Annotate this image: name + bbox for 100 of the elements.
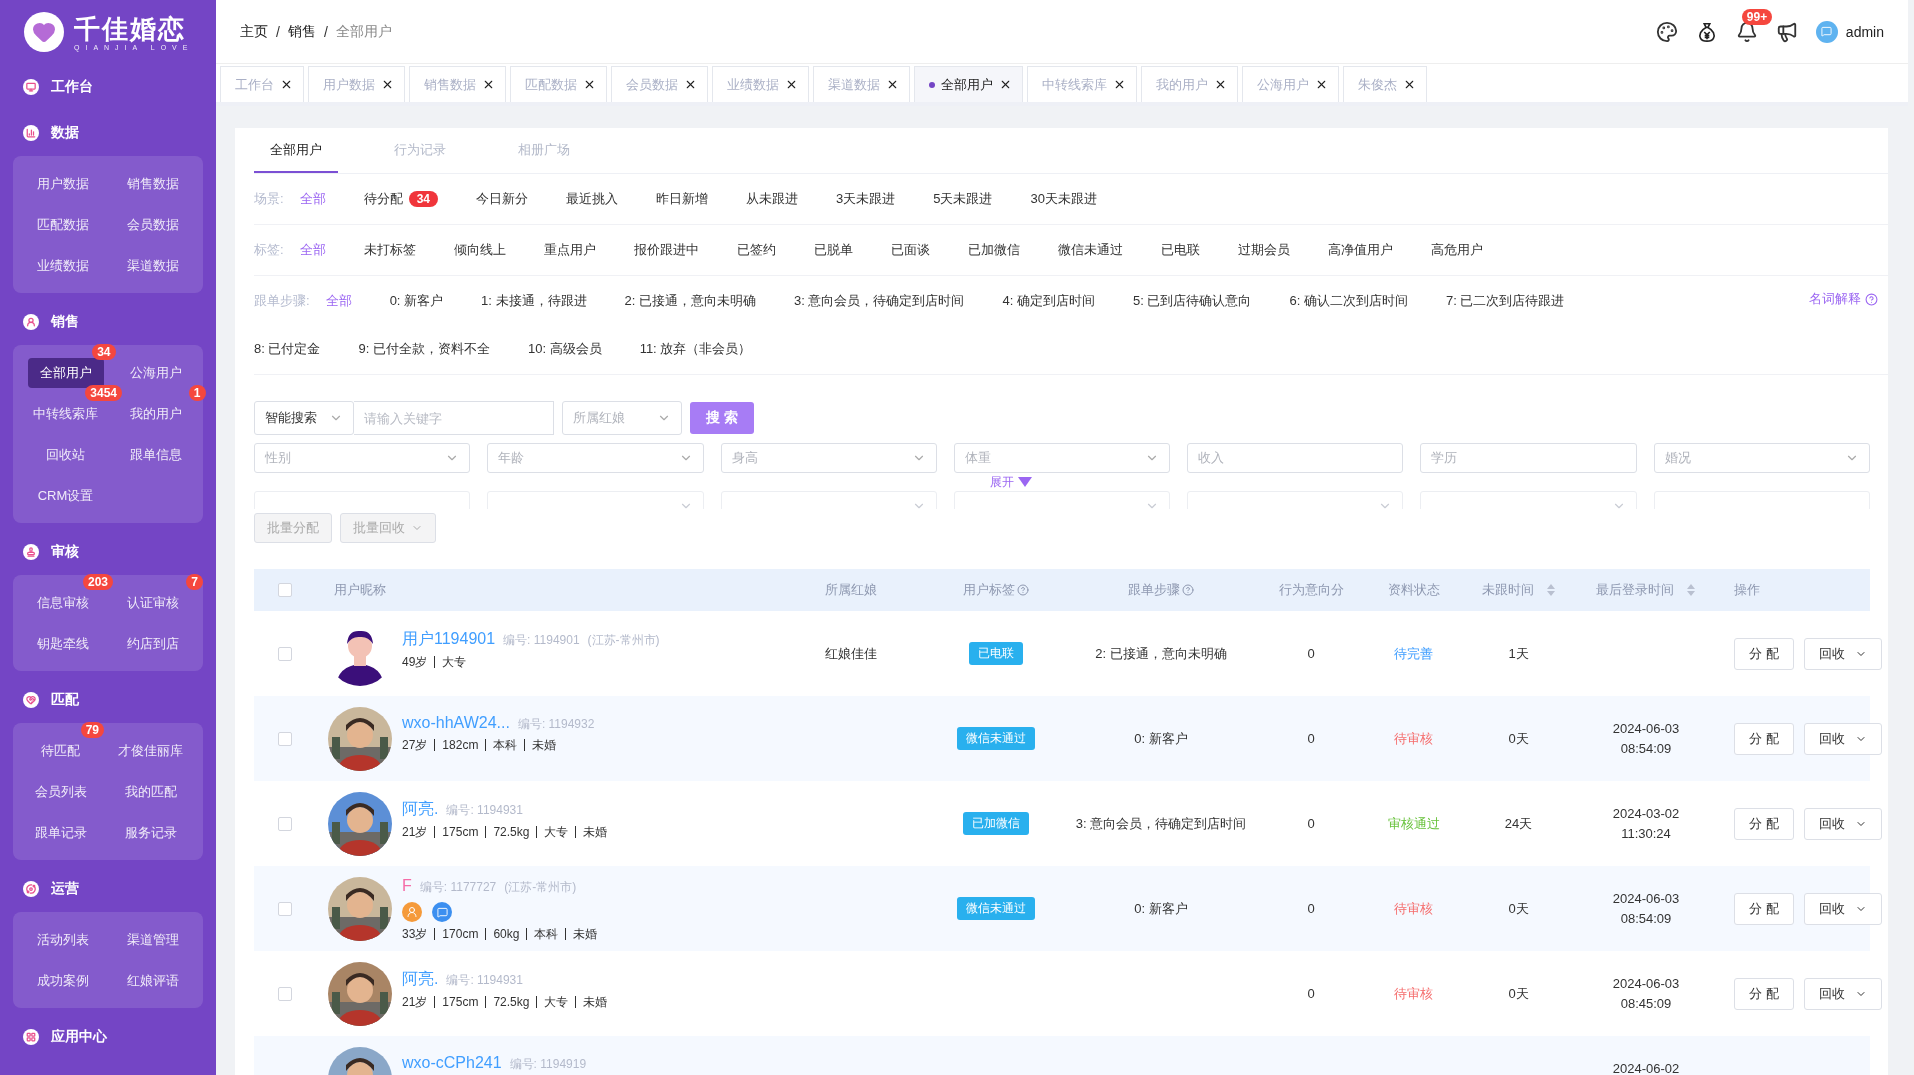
row-checkbox[interactable]	[278, 731, 292, 746]
filter-option[interactable]: 重点用户	[543, 241, 596, 259]
sidebar-item[interactable]: 红娘评语	[115, 965, 191, 996]
filter-option[interactable]: 最近挑入	[566, 190, 618, 208]
palette-icon[interactable]	[1655, 20, 1678, 43]
sidebar-item[interactable]: 销售数据	[115, 168, 191, 199]
breadcrumb-link[interactable]: 主页	[240, 22, 268, 41]
page-tab[interactable]: 匹配数据	[510, 66, 607, 102]
sidebar-item[interactable]: 渠道管理	[115, 924, 191, 955]
filter-option[interactable]: 已加微信	[967, 241, 1020, 259]
breadcrumb-link[interactable]: 销售	[287, 22, 316, 41]
column-header[interactable]: 最后登录时间	[1596, 581, 1696, 599]
assign-button[interactable]: 分 配	[1734, 722, 1794, 755]
filter-option[interactable]: 倾向线上	[453, 241, 506, 259]
filter-option[interactable]: 已面谈	[890, 241, 930, 259]
sidebar-item[interactable]: 全部用户	[27, 357, 104, 388]
sub-tab[interactable]: 全部用户	[254, 141, 338, 173]
filter-option[interactable]: 9: 已付全款，资料不全	[358, 340, 490, 358]
sidebar-item[interactable]: 约店到店	[115, 628, 191, 659]
user-name-link[interactable]: 用户1194901	[402, 628, 496, 650]
breadcrumb-link[interactable]: 全部用户	[335, 22, 392, 41]
page-tab[interactable]: 业绩数据	[712, 66, 809, 102]
sidebar-item[interactable]: 用户数据	[25, 168, 101, 199]
row-checkbox[interactable]	[278, 646, 292, 661]
recycle-dropdown-button[interactable]: 回收	[1803, 807, 1882, 840]
filter-option[interactable]: 昨日新增	[656, 190, 708, 208]
filter-option[interactable]: 1: 未接通，待跟进	[481, 292, 587, 310]
expand-toggle[interactable]: 展开	[990, 475, 1032, 489]
filter-option[interactable]: 已脱单	[813, 241, 853, 259]
filter-option[interactable]: 2: 已接通，意向未明确	[624, 292, 757, 310]
page-tab[interactable]: 朱俊杰	[1343, 66, 1427, 102]
sidebar-item[interactable]: 渠道数据	[115, 250, 191, 281]
filter-option[interactable]: 30天未跟进	[1030, 190, 1097, 208]
bell-icon[interactable]	[1735, 20, 1758, 43]
search-button[interactable]: 搜 索	[690, 402, 754, 434]
filter-option[interactable]: 3: 意向会员，待确定到店时间	[794, 292, 965, 310]
sidebar-item[interactable]: 钥匙牵线	[25, 628, 101, 659]
user-name-link[interactable]: 阿亮.	[402, 798, 439, 820]
sidebar-section-title[interactable]: 运营	[51, 880, 79, 898]
page-tab[interactable]: 中转线索库	[1027, 66, 1137, 102]
assign-button[interactable]: 分 配	[1734, 807, 1794, 840]
filter-option[interactable]: 4: 确定到店时间	[1002, 292, 1095, 310]
filter-option[interactable]: 已电联	[1160, 241, 1200, 259]
page-tab[interactable]: 渠道数据	[813, 66, 910, 102]
filter-option[interactable]: 7: 已二次到店待跟进	[1445, 292, 1565, 310]
page-tab[interactable]: 全部用户	[914, 66, 1023, 102]
filter-option[interactable]: 0: 新客户	[389, 292, 444, 310]
close-icon[interactable]	[684, 78, 697, 91]
close-icon[interactable]	[999, 78, 1012, 91]
sidebar-section-title[interactable]: 数据	[51, 124, 79, 142]
recycle-dropdown-button[interactable]: 回收	[1803, 637, 1882, 670]
row-checkbox[interactable]	[278, 901, 292, 916]
user-name[interactable]: admin	[1845, 23, 1884, 40]
filter-option[interactable]: 8: 已付定金	[254, 340, 321, 358]
close-icon[interactable]	[1113, 78, 1126, 91]
filter-option[interactable]: 全部	[325, 292, 352, 310]
sidebar-item[interactable]: 服务记录	[112, 817, 189, 848]
sidebar-item[interactable]: 回收站	[34, 439, 97, 470]
filter-option[interactable]: 5天未跟进	[933, 190, 993, 208]
filter-option[interactable]: 今日新分	[476, 190, 528, 208]
sidebar-section-title[interactable]: 销售	[51, 313, 79, 331]
assign-button[interactable]: 分 配	[1734, 637, 1794, 670]
page-tab[interactable]: 会员数据	[611, 66, 708, 102]
sidebar-section-title[interactable]: 工作台	[51, 78, 93, 96]
sidebar-item[interactable]: 我的匹配	[112, 776, 189, 807]
sidebar-item[interactable]: 认证审核	[115, 587, 191, 618]
recycle-dropdown-button[interactable]: 回收	[1803, 722, 1882, 755]
sidebar-item[interactable]: 会员列表	[22, 776, 99, 807]
close-icon[interactable]	[280, 78, 293, 91]
filter-option[interactable]: 待分配 34	[363, 190, 438, 208]
filter-option[interactable]: 微信未通过	[1057, 241, 1123, 259]
filter-option[interactable]: 全部	[299, 241, 326, 259]
page-tab[interactable]: 销售数据	[409, 66, 506, 102]
close-icon[interactable]	[1315, 78, 1328, 91]
filter-option[interactable]: 10: 高级会员	[527, 340, 602, 358]
sidebar-item[interactable]: CRM设置	[25, 480, 106, 511]
sidebar-item[interactable]: 跟单记录	[22, 817, 99, 848]
column-header[interactable]: 未跟时间	[1481, 581, 1556, 599]
close-icon[interactable]	[886, 78, 899, 91]
filter-option[interactable]: 11: 放弃（非会员）	[639, 340, 752, 358]
row-checkbox[interactable]	[278, 986, 292, 1001]
filter-option[interactable]: 3天未跟进	[836, 190, 896, 208]
assign-button[interactable]: 分 配	[1734, 977, 1794, 1010]
page-tab[interactable]: 用户数据	[308, 66, 405, 102]
sidebar-section-title[interactable]: 匹配	[51, 691, 79, 709]
filter-option[interactable]: 高净值用户	[1327, 241, 1393, 259]
close-icon[interactable]	[583, 78, 596, 91]
sidebar-item[interactable]: 信息审核	[25, 587, 101, 618]
sidebar-section-title[interactable]: 审核	[51, 543, 79, 561]
user-name-link[interactable]: wxo-cCPh241	[402, 1053, 502, 1072]
sidebar-item[interactable]: 会员数据	[115, 209, 191, 240]
sidebar-item[interactable]: 活动列表	[25, 924, 101, 955]
filter-option[interactable]: 报价跟进中	[633, 241, 699, 259]
close-icon[interactable]	[1214, 78, 1227, 91]
sidebar-item[interactable]: 才俊佳丽库	[106, 735, 195, 766]
page-tab[interactable]: 我的用户	[1141, 66, 1238, 102]
megaphone-icon[interactable]	[1775, 20, 1798, 43]
sidebar-item[interactable]: 成功案例	[25, 965, 101, 996]
page-tab[interactable]: 公海用户	[1242, 66, 1339, 102]
filter-option[interactable]: 全部	[299, 190, 326, 208]
